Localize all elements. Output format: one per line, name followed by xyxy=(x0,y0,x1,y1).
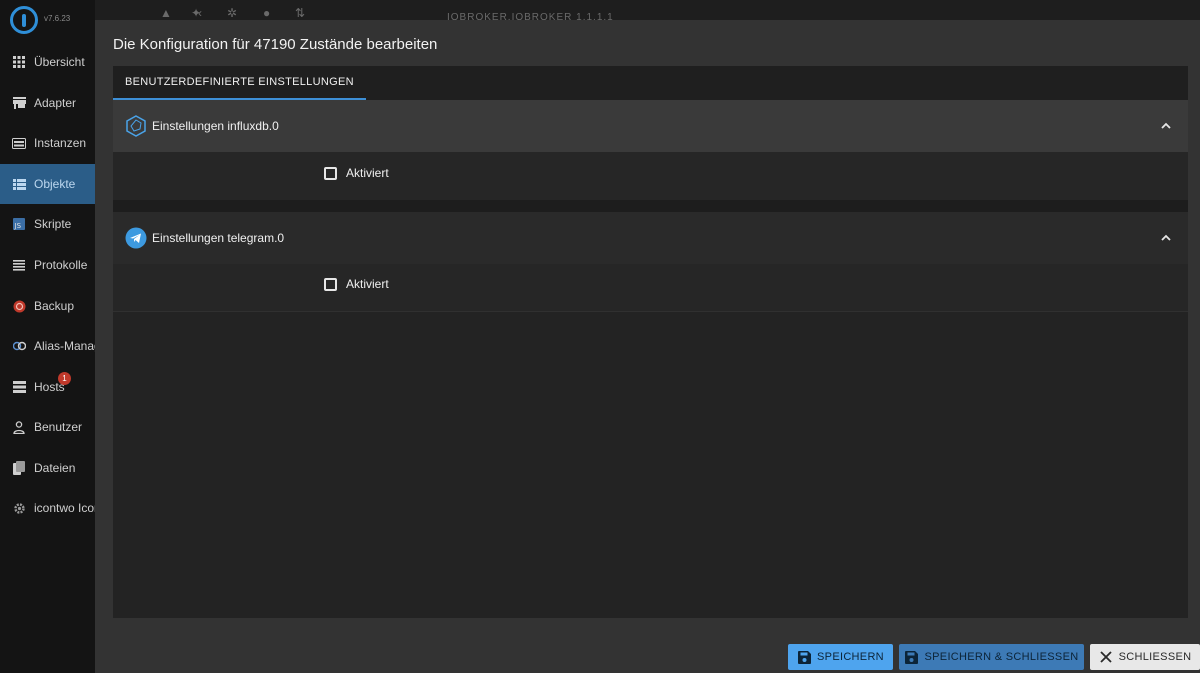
brush-icon[interactable]: ● xyxy=(263,6,277,20)
sidebar-item-uebersicht[interactable]: Übersicht xyxy=(0,42,95,82)
accordion-telegram-content: Aktiviert xyxy=(113,264,1188,312)
sidebar-item-label: Objekte xyxy=(34,177,76,191)
hosts-icon xyxy=(12,380,26,394)
sidebar-item-icontwo[interactable]: icontwo Icons xyxy=(0,488,95,528)
save-and-close-button[interactable]: SPEICHERN & SCHLIESSEN xyxy=(899,644,1084,670)
sidebar: v7.6.23 Übersicht Adapter Instanzen Obje… xyxy=(0,0,95,673)
sidebar-item-instanzen[interactable]: Instanzen xyxy=(0,123,95,163)
alias-icon xyxy=(12,339,26,353)
list-icon xyxy=(12,177,26,191)
sidebar-item-protokolle[interactable]: Protokolle xyxy=(0,245,95,285)
wrench-icon[interactable]: ✦ xyxy=(191,6,205,20)
sidebar-item-alias-manager[interactable]: Alias-Manager xyxy=(0,326,95,366)
sidebar-item-backup[interactable]: Backup xyxy=(0,286,95,326)
store-icon xyxy=(12,96,26,110)
sidebar-item-skripte[interactable]: JS Skripte xyxy=(0,204,95,244)
backup-icon xyxy=(12,299,26,313)
accordion-influxdb-content: Aktiviert xyxy=(113,152,1188,200)
tab-custom-settings[interactable]: BENUTZERDEFINIERTE EINSTELLUNGEN xyxy=(113,66,366,100)
svg-text:JS: JS xyxy=(14,222,22,230)
telegram-enabled-label: Aktiviert xyxy=(346,277,389,291)
dialog-title: Die Konfiguration für 47190 Zustände bea… xyxy=(113,36,438,53)
save-button[interactable]: SPEICHERN xyxy=(788,644,893,670)
telegram-enabled-row[interactable]: Aktiviert xyxy=(324,277,389,291)
close-button-label: SCHLIESSEN xyxy=(1118,651,1192,663)
save-icon xyxy=(905,650,919,664)
version-label: v7.6.23 xyxy=(44,14,71,23)
hosts-badge: 1 xyxy=(58,372,71,385)
sidebar-item-benutzer[interactable]: Benutzer xyxy=(0,407,95,447)
tab-bar: BENUTZERDEFINIERTE EINSTELLUNGEN xyxy=(113,66,1188,100)
save-icon xyxy=(797,650,811,664)
gear-icon xyxy=(12,501,26,515)
telegram-enabled-checkbox[interactable] xyxy=(324,277,337,291)
dialog-body: BENUTZERDEFINIERTE EINSTELLUNGEN Einstel… xyxy=(113,66,1188,618)
telegram-icon xyxy=(124,226,148,250)
sidebar-item-dateien[interactable]: Dateien xyxy=(0,448,95,488)
sidebar-item-label: icontwo Icons xyxy=(34,501,95,515)
sidebar-item-hosts[interactable]: Hosts 1 xyxy=(0,367,95,407)
accordion-influxdb-title: Einstellungen influxdb.0 xyxy=(152,119,279,133)
keyboard-icon xyxy=(12,136,26,150)
sidebar-item-label: Backup xyxy=(34,299,75,313)
sidebar-item-objekte[interactable]: Objekte xyxy=(0,164,95,204)
sidebar-item-label: Skripte xyxy=(34,217,72,231)
close-button[interactable]: SCHLIESSEN xyxy=(1090,644,1200,670)
sidebar-item-label: Benutzer xyxy=(34,420,83,434)
section-divider xyxy=(113,200,1188,212)
config-dialog: Die Konfiguration für 47190 Zustände bea… xyxy=(95,20,1200,673)
app: v7.6.23 Übersicht Adapter Instanzen Obje… xyxy=(0,0,1200,673)
influxdb-enabled-checkbox[interactable] xyxy=(324,166,337,180)
sidebar-item-label: Dateien xyxy=(34,461,76,475)
influxdb-enabled-label: Aktiviert xyxy=(346,166,389,180)
sidebar-item-adapter[interactable]: Adapter xyxy=(0,83,95,123)
accordion-telegram-header[interactable]: Einstellungen telegram.0 xyxy=(113,212,1188,264)
sidebar-item-label: Übersicht xyxy=(34,55,85,69)
sidebar-item-label: Alias-Manager xyxy=(34,339,95,353)
lines-icon xyxy=(12,258,26,272)
sidebar-item-label: Protokolle xyxy=(34,258,88,272)
files-icon xyxy=(12,461,26,475)
chevron-up-icon[interactable] xyxy=(1160,232,1172,244)
save-button-label: SPEICHERN xyxy=(817,651,884,663)
sidebar-item-label: Adapter xyxy=(34,96,77,110)
sidebar-item-label: Instanzen xyxy=(34,136,87,150)
iobroker-logo[interactable] xyxy=(10,6,38,34)
influxdb-enabled-row[interactable]: Aktiviert xyxy=(324,166,389,180)
settings-icon[interactable]: ✲ xyxy=(227,6,241,20)
grid-icon xyxy=(12,55,26,69)
save-and-close-button-label: SPEICHERN & SCHLIESSEN xyxy=(924,651,1079,663)
user-icon xyxy=(12,420,26,434)
js-icon: JS xyxy=(12,217,26,231)
sort-icon[interactable]: ⇅ xyxy=(295,6,309,20)
accordion-telegram-title: Einstellungen telegram.0 xyxy=(152,231,285,245)
top-toolbar: ‹ ▲ ✦ ✲ ● ⇅ IOBROKER.IOBROKER 1.1.1.1 xyxy=(95,0,1200,23)
accordion-influxdb-header[interactable]: Einstellungen influxdb.0 xyxy=(113,100,1188,152)
influxdb-icon xyxy=(124,114,148,138)
close-icon xyxy=(1099,650,1113,664)
chevron-up-icon[interactable] xyxy=(1160,120,1172,132)
home-icon[interactable]: ▲ xyxy=(160,6,174,20)
